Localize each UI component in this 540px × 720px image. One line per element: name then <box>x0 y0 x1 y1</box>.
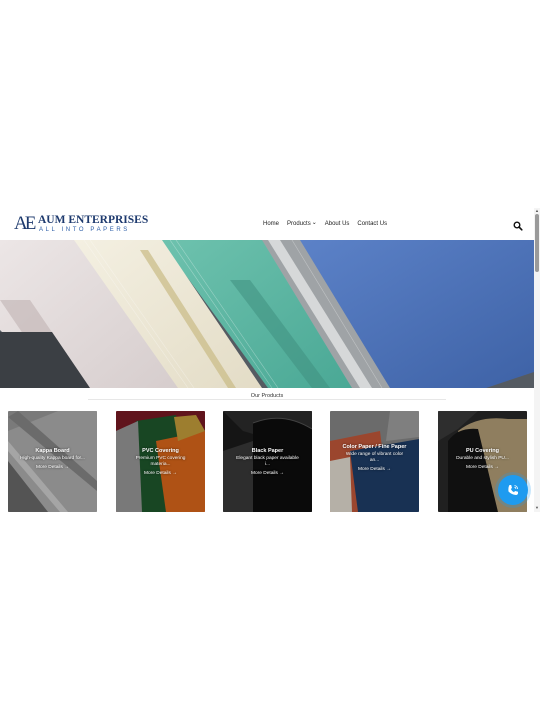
brand-name: AUM ENTERPRISES <box>38 214 149 226</box>
card-title: PVC Covering <box>142 448 179 454</box>
card-content: PVC Covering Premium PVC covering materi… <box>116 447 205 477</box>
nav-contact[interactable]: Contact Us <box>357 219 387 229</box>
card-content: Color Paper / Fine Paper Wide range of v… <box>330 443 419 473</box>
chevron-down-icon: ⌄ <box>311 220 317 226</box>
product-card-pvc-covering[interactable]: PVC Covering Premium PVC covering materi… <box>116 411 205 512</box>
card-content: PU Covering Durable and stylish PU... Mo… <box>438 447 527 471</box>
scroll-up-arrow[interactable]: ▲ <box>535 209 539 213</box>
card-title: Color Paper / Fine Paper <box>342 444 407 450</box>
card-title: PU Covering <box>465 448 499 454</box>
hero-paper-image <box>0 240 534 388</box>
card-title: Black Paper <box>251 448 284 454</box>
main-nav: Home Products⌄ About Us Contact Us <box>263 219 387 229</box>
card-description: High-quality Kappa board for... <box>20 456 85 461</box>
phone-icon <box>508 485 518 495</box>
section-divider <box>88 399 446 400</box>
product-card-kappa-board[interactable]: Kappa Board High-quality Kappa board for… <box>8 411 97 512</box>
search-icon[interactable] <box>513 218 523 231</box>
more-details-link[interactable]: More Details → <box>450 465 515 471</box>
card-content: Black Paper Elegant black paper availabl… <box>223 447 312 477</box>
card-description: Durable and stylish PU... <box>456 456 509 461</box>
site-header: AE AUM ENTERPRISES ALL INTO PAPERS Home … <box>0 208 534 240</box>
more-details-link[interactable]: More Details → <box>342 467 407 473</box>
product-card-black-paper[interactable]: Black Paper Elegant black paper availabl… <box>223 411 312 512</box>
card-title: Kappa Board <box>35 448 70 454</box>
nav-about[interactable]: About Us <box>325 219 350 229</box>
more-details-link[interactable]: More Details → <box>128 471 193 477</box>
nav-home[interactable]: Home <box>263 219 279 229</box>
call-button[interactable] <box>498 475 528 505</box>
card-description: Wide range of vibrant color an... <box>345 452 404 463</box>
hero-banner <box>0 240 534 388</box>
nav-products-label: Products <box>287 221 311 227</box>
browser-viewport: AE AUM ENTERPRISES ALL INTO PAPERS Home … <box>0 208 540 512</box>
brand-logo[interactable]: AE AUM ENTERPRISES ALL INTO PAPERS <box>14 213 148 235</box>
brand-tagline: ALL INTO PAPERS <box>39 227 130 233</box>
product-card-color-paper[interactable]: Color Paper / Fine Paper Wide range of v… <box>330 411 419 512</box>
scroll-down-arrow[interactable]: ▼ <box>535 506 539 510</box>
more-details-link[interactable]: More Details → <box>235 471 300 477</box>
card-description: Premium PVC covering materia... <box>135 456 186 467</box>
card-content: Kappa Board High-quality Kappa board for… <box>8 447 97 471</box>
scrollbar-thumb[interactable] <box>535 214 539 272</box>
logo-monogram: AE <box>14 213 36 234</box>
more-details-link[interactable]: More Details → <box>20 465 85 471</box>
nav-products[interactable]: Products⌄ <box>287 219 317 229</box>
card-description: Elegant black paper available i... <box>236 456 299 467</box>
